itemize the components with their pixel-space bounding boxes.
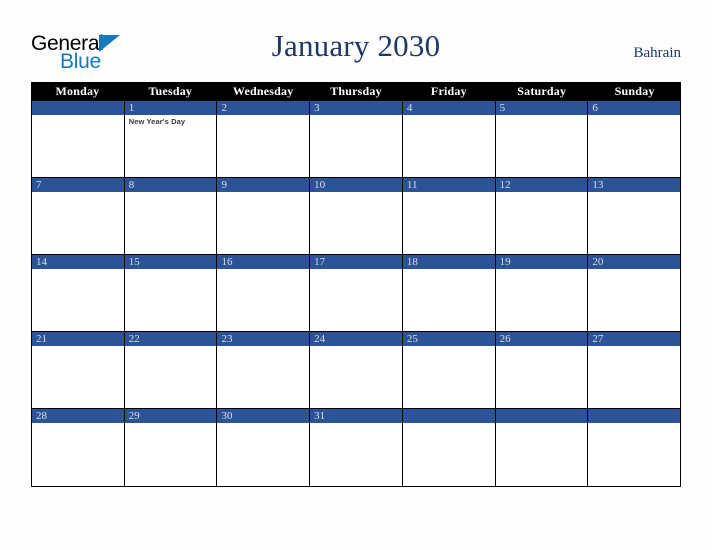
day-events: New Year's Day bbox=[125, 115, 217, 127]
day-number: 4 bbox=[402, 101, 495, 115]
day-number: 31 bbox=[310, 409, 402, 423]
day-number: 17 bbox=[310, 255, 402, 269]
calendar-day-cell-16[interactable]: 16 bbox=[217, 255, 311, 332]
day-number: 23 bbox=[217, 332, 310, 346]
page-title: January 2030 bbox=[271, 28, 441, 63]
day-number: 25 bbox=[402, 332, 495, 346]
day-number: 14 bbox=[32, 255, 124, 269]
calendar-day-cell-empty[interactable] bbox=[32, 101, 125, 178]
holiday-label: New Year's Day bbox=[128, 117, 186, 126]
day-number: 30 bbox=[217, 409, 310, 423]
day-number: 2 bbox=[217, 101, 310, 115]
weekday-header-row: Monday Tuesday Wednesday Thursday Friday Satu… bbox=[31, 82, 681, 101]
calendar-day-cell-5[interactable]: 5 bbox=[495, 101, 589, 178]
calendar-day-cell-23[interactable]: 23 bbox=[217, 332, 311, 409]
calendar-day-cell-14[interactable]: 14 bbox=[32, 255, 125, 332]
calendar-week-row: 14 15 16 17 18 19 20 bbox=[32, 255, 681, 332]
day-number: 24 bbox=[310, 332, 402, 346]
day-number: 26 bbox=[495, 332, 588, 346]
day-number: 29 bbox=[124, 409, 217, 423]
day-number: 1 bbox=[124, 101, 217, 115]
calendar-day-cell-empty[interactable] bbox=[495, 409, 589, 486]
calendar-day-cell-29[interactable]: 29 bbox=[124, 409, 218, 486]
day-number: 20 bbox=[588, 255, 681, 269]
calendar-day-cell-26[interactable]: 26 bbox=[495, 332, 589, 409]
weekday-header-monday: Monday bbox=[55, 84, 100, 98]
calendar-day-cell-13[interactable]: 13 bbox=[588, 178, 681, 255]
day-number: 10 bbox=[310, 178, 402, 192]
calendar-day-cell-12[interactable]: 12 bbox=[495, 178, 589, 255]
calendar-day-cell-18[interactable]: 18 bbox=[402, 255, 496, 332]
calendar-day-cell-empty[interactable] bbox=[402, 409, 496, 486]
calendar-day-cell-8[interactable]: 8 bbox=[124, 178, 218, 255]
day-number: 18 bbox=[402, 255, 495, 269]
calendar-day-cell-31[interactable]: 31 bbox=[310, 409, 403, 486]
day-number: 11 bbox=[402, 178, 495, 192]
day-number bbox=[402, 409, 495, 423]
day-number: 5 bbox=[495, 101, 588, 115]
day-number: 3 bbox=[310, 101, 402, 115]
day-number: 21 bbox=[32, 332, 124, 346]
page-header: General Blue January 2030 Bahrain bbox=[0, 0, 712, 82]
calendar-day-cell-10[interactable]: 10 bbox=[310, 178, 403, 255]
calendar-page: General Blue January 2030 Bahrain Monday… bbox=[0, 0, 712, 550]
calendar-day-cell-7[interactable]: 7 bbox=[32, 178, 125, 255]
weekday-header-tuesday: Tuesday bbox=[148, 84, 193, 98]
day-number: 19 bbox=[495, 255, 588, 269]
calendar-body: 1 New Year's Day 2 3 4 5 6 7 8 9 10 11 12 13 14 15 16 17 1… bbox=[31, 101, 681, 487]
day-number bbox=[32, 101, 124, 115]
day-number: 7 bbox=[32, 178, 124, 192]
day-number: 12 bbox=[495, 178, 588, 192]
calendar-week-row: 21 22 23 24 25 26 27 bbox=[32, 332, 681, 409]
weekday-header-thursday: Thursday bbox=[330, 84, 382, 98]
calendar-day-cell-9[interactable]: 9 bbox=[217, 178, 311, 255]
day-number: 16 bbox=[217, 255, 310, 269]
weekday-header-sunday: Sunday bbox=[614, 84, 655, 98]
calendar-day-cell-25[interactable]: 25 bbox=[402, 332, 496, 409]
calendar-day-cell-15[interactable]: 15 bbox=[124, 255, 218, 332]
calendar-day-cell-4[interactable]: 4 bbox=[402, 101, 496, 178]
day-number: 28 bbox=[32, 409, 124, 423]
calendar-week-row: 7 8 9 10 11 12 13 bbox=[32, 178, 681, 255]
calendar-day-cell-17[interactable]: 17 bbox=[310, 255, 403, 332]
weekday-header-saturday: Saturday bbox=[517, 84, 567, 98]
day-number bbox=[495, 409, 588, 423]
calendar-day-cell-empty[interactable] bbox=[588, 409, 681, 486]
calendar-grid: Monday Tuesday Wednesday Thursday Friday Satu… bbox=[31, 82, 681, 487]
day-number: 27 bbox=[588, 332, 681, 346]
calendar-day-cell-11[interactable]: 11 bbox=[402, 178, 496, 255]
calendar-day-cell-28[interactable]: 28 bbox=[32, 409, 125, 486]
calendar-day-cell-27[interactable]: 27 bbox=[588, 332, 681, 409]
day-number: 13 bbox=[588, 178, 681, 192]
calendar-day-cell-1[interactable]: 1 New Year's Day bbox=[124, 101, 218, 178]
calendar-day-cell-21[interactable]: 21 bbox=[32, 332, 125, 409]
calendar-day-cell-20[interactable]: 20 bbox=[588, 255, 681, 332]
country-label: Bahrain bbox=[633, 45, 681, 61]
calendar-week-row: 28 29 30 31 bbox=[32, 409, 681, 486]
day-number: 22 bbox=[124, 332, 217, 346]
calendar-day-cell-2[interactable]: 2 bbox=[217, 101, 311, 178]
day-number: 9 bbox=[217, 178, 310, 192]
calendar-day-cell-24[interactable]: 24 bbox=[310, 332, 403, 409]
calendar-day-cell-22[interactable]: 22 bbox=[124, 332, 218, 409]
weekday-header-wednesday: Wednesday bbox=[232, 84, 294, 98]
calendar-day-cell-3[interactable]: 3 bbox=[310, 101, 403, 178]
day-number: 6 bbox=[588, 101, 681, 115]
day-number: 8 bbox=[124, 178, 217, 192]
weekday-header-friday: Friday bbox=[430, 84, 467, 98]
calendar-day-cell-6[interactable]: 6 bbox=[588, 101, 681, 178]
day-number: 15 bbox=[124, 255, 217, 269]
day-number bbox=[588, 409, 681, 423]
calendar-week-row: 1 New Year's Day 2 3 4 5 6 bbox=[32, 101, 681, 178]
calendar-day-cell-30[interactable]: 30 bbox=[217, 409, 311, 486]
calendar-day-cell-19[interactable]: 19 bbox=[495, 255, 589, 332]
